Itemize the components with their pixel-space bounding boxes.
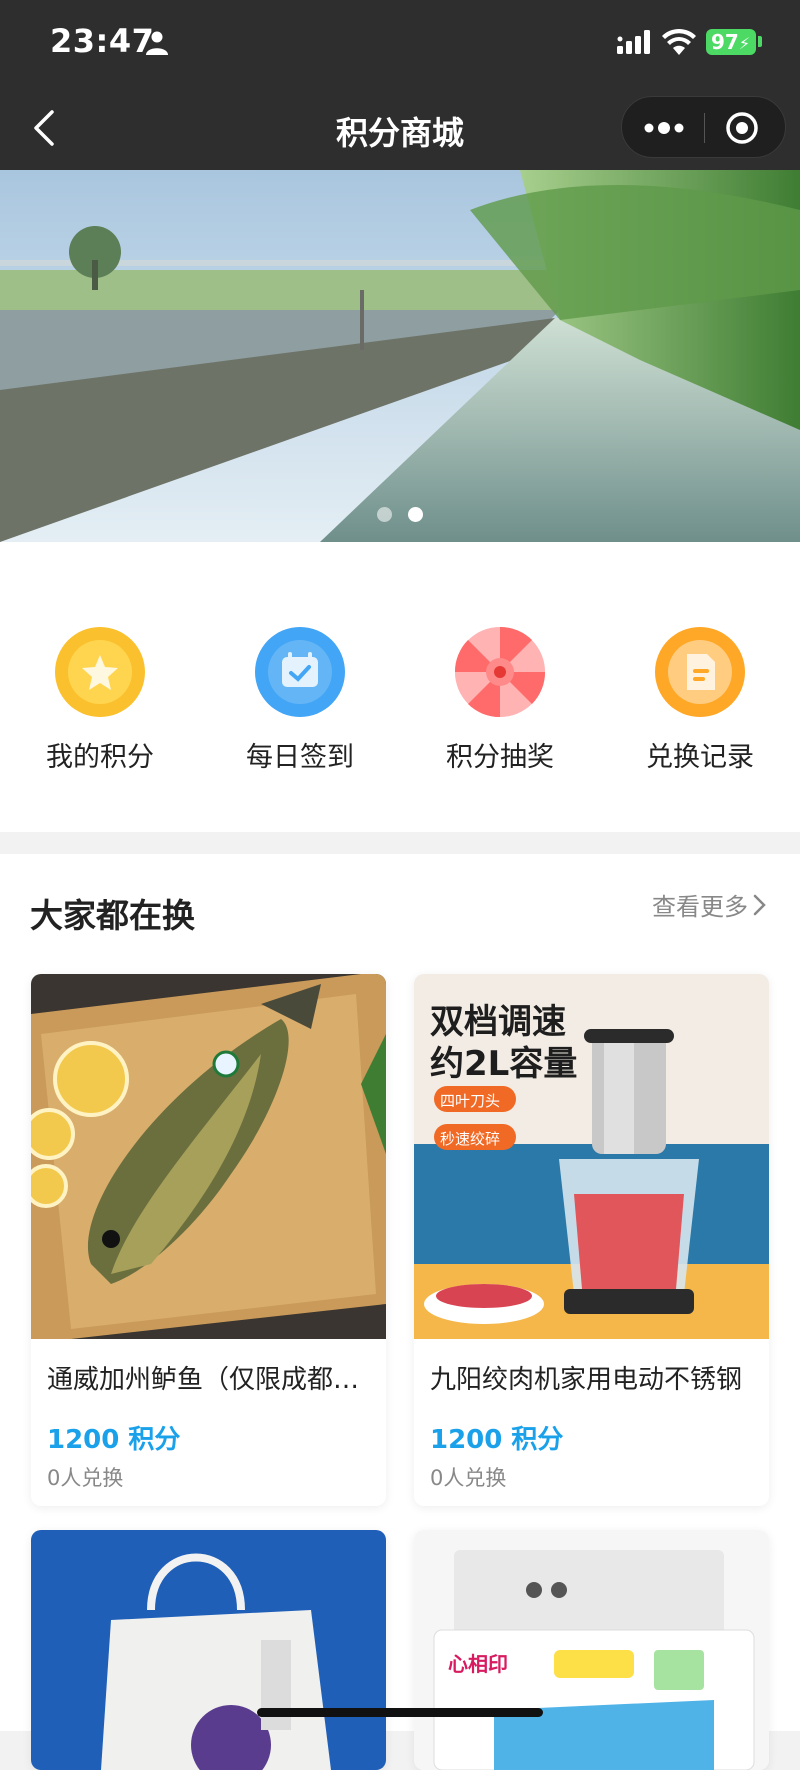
product-exchange-count: 0人兑换	[47, 1466, 124, 1490]
person-icon	[146, 31, 168, 55]
battery-level: 97	[711, 30, 739, 54]
product-image-headline: 约2L容量	[430, 1044, 578, 1084]
more-options-icon[interactable]	[642, 117, 686, 139]
product-exchange-count: 0人兑换	[430, 1466, 507, 1490]
capsule-divider	[704, 113, 705, 143]
product-card[interactable]: 双档调速 约2L容量 四叶刀头 秒速绞碎 九阳绞肉机家用电动不锈钢 1200 积…	[414, 974, 769, 1506]
product-points: 1200 积分	[47, 1425, 181, 1455]
product-image-brand: 心相印	[448, 1652, 508, 1676]
popular-exchange-section: 大家都在换 查看更多 通威加州鲈鱼（仅限成都地区）	[0, 854, 800, 1770]
product-image-grinder: 双档调速 约2L容量 四叶刀头 秒速绞碎	[414, 974, 769, 1339]
home-indicator	[257, 1708, 543, 1717]
status-time: 23:47	[50, 22, 155, 60]
star-coin-icon	[68, 640, 132, 704]
product-image-fish	[31, 974, 386, 1339]
quick-actions: 我的积分 每日签到 积分抽奖 兑换记录	[0, 542, 800, 832]
quick-action-label: 每日签到	[246, 742, 354, 773]
quick-action-label: 我的积分	[46, 742, 154, 773]
promo-banner[interactable]	[0, 170, 800, 542]
close-mini-program-icon[interactable]	[725, 111, 759, 145]
charging-bolt-icon: ⚡	[738, 34, 751, 53]
battery-tip	[758, 36, 762, 47]
product-name: 通威加州鲈鱼（仅限成都地区）	[47, 1365, 372, 1395]
carousel-dot-2[interactable]	[408, 507, 423, 522]
quick-action-label: 兑换记录	[646, 742, 754, 773]
calendar-check-icon	[268, 640, 332, 704]
quick-action-my-points[interactable]: 我的积分	[0, 627, 200, 777]
product-card[interactable]: 心相印	[414, 1530, 769, 1770]
product-card[interactable]	[31, 1530, 386, 1770]
product-image-tag: 秒速绞碎	[440, 1130, 501, 1148]
section-title: 大家都在换	[30, 896, 195, 935]
lottery-wheel-icon	[454, 626, 546, 718]
wifi-icon	[662, 28, 696, 55]
view-more-link[interactable]: 查看更多	[652, 887, 768, 922]
chevron-right-icon	[753, 894, 766, 915]
quick-action-lottery[interactable]: 积分抽奖	[400, 626, 600, 777]
signal-icon	[617, 30, 650, 54]
product-card[interactable]: 通威加州鲈鱼（仅限成都地区） 1200 积分 0人兑换	[31, 974, 386, 1506]
nav-bar: 积分商城	[0, 88, 800, 170]
view-more-label: 查看更多	[652, 893, 748, 921]
battery-indicator: 97⚡	[706, 29, 756, 55]
carousel-dot-1[interactable]	[377, 507, 392, 522]
product-image-tissues: 心相印	[414, 1530, 769, 1770]
quick-action-exchange-records[interactable]: 兑换记录	[600, 627, 800, 777]
product-image-tag: 四叶刀头	[440, 1092, 501, 1110]
mini-program-capsule	[621, 96, 786, 158]
product-name: 九阳绞肉机家用电动不锈钢	[430, 1365, 743, 1395]
document-icon	[668, 640, 732, 704]
quick-action-daily-checkin[interactable]: 每日签到	[200, 627, 400, 777]
product-image-tote-bag	[31, 1530, 386, 1770]
status-bar: 23:47 97⚡	[0, 0, 800, 88]
product-points: 1200 积分	[430, 1425, 564, 1455]
banner-landscape-image	[0, 170, 800, 542]
quick-action-label: 积分抽奖	[446, 742, 554, 773]
